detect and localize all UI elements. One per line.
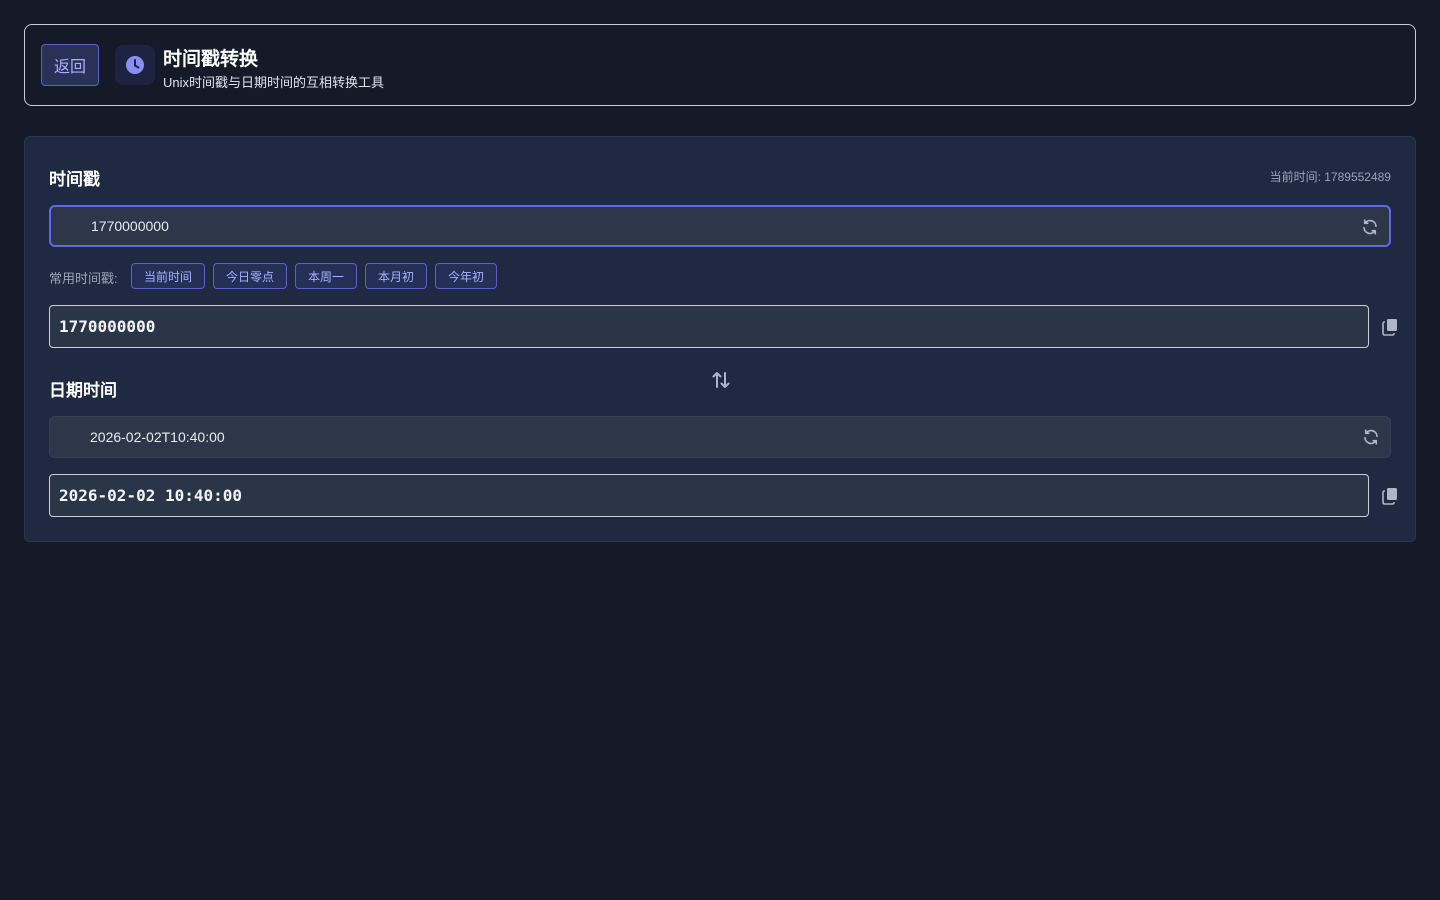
copy-icon[interactable] xyxy=(1382,487,1398,505)
page-title: 时间戳转换 xyxy=(163,49,259,70)
timestamp-input[interactable] xyxy=(91,207,1331,245)
converter-card: 时间戳 当前时间: 1789552489 常用时间戳: 当前时间 今日零点 本周… xyxy=(24,136,1416,542)
datetime-output[interactable]: 2026-02-02 10:40:00 xyxy=(49,474,1369,517)
timestamp-input-row xyxy=(49,205,1391,247)
current-time-label: 当前时间: 1789552489 xyxy=(1269,170,1391,184)
clock-icon xyxy=(115,45,155,85)
refresh-icon[interactable] xyxy=(1361,218,1379,236)
refresh-icon[interactable] xyxy=(1362,428,1380,446)
timestamp-section-title: 时间戳 xyxy=(49,170,100,189)
copy-icon[interactable] xyxy=(1382,318,1398,336)
swap-icon[interactable] xyxy=(711,370,731,390)
page-subtitle: Unix时间戳与日期时间的互相转换工具 xyxy=(163,75,385,90)
quick-monday-button[interactable]: 本周一 xyxy=(295,263,357,289)
quick-year-start-button[interactable]: 今年初 xyxy=(435,263,497,289)
timestamp-output[interactable]: 1770000000 xyxy=(49,305,1369,348)
datetime-input-row xyxy=(49,416,1391,458)
datetime-section-title: 日期时间 xyxy=(49,381,117,400)
quick-timestamps-label: 常用时间戳: xyxy=(49,271,118,286)
datetime-input[interactable] xyxy=(90,417,1330,457)
quick-now-button[interactable]: 当前时间 xyxy=(131,263,205,289)
quick-today-midnight-button[interactable]: 今日零点 xyxy=(213,263,287,289)
page-header: 返回 时间戳转换 Unix时间戳与日期时间的互相转换工具 xyxy=(24,24,1416,106)
quick-month-start-button[interactable]: 本月初 xyxy=(365,263,427,289)
back-button[interactable]: 返回 xyxy=(41,44,99,86)
